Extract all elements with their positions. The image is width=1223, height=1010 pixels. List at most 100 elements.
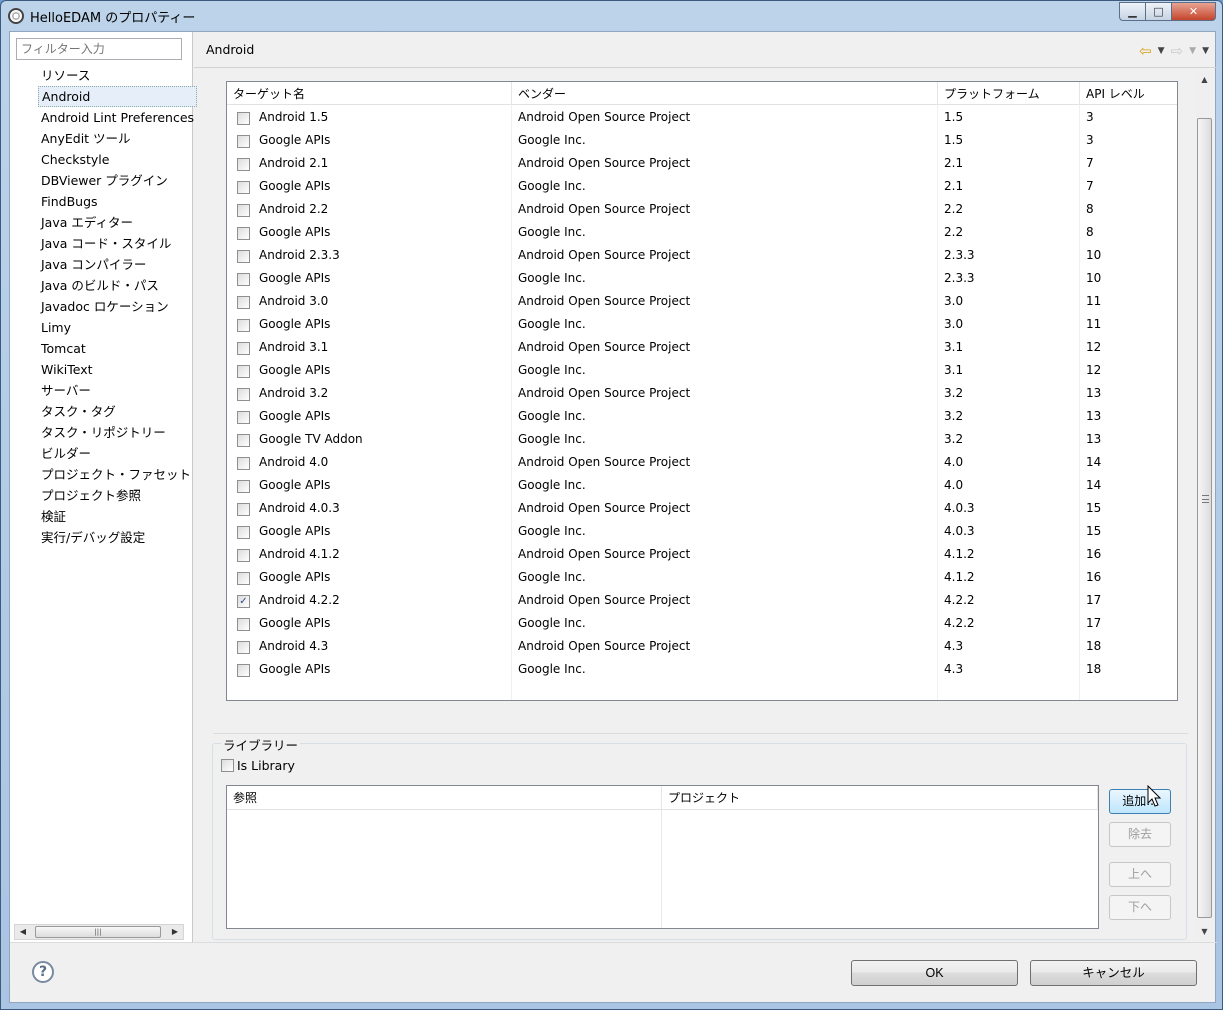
tree-item[interactable]: Java エディター (38, 212, 197, 233)
table-row[interactable]: Android 2.1 Android Open Source Project 2.… (227, 152, 1177, 175)
scroll-right-icon[interactable]: ▶ (167, 925, 183, 939)
table-row[interactable]: Android 1.5 Android Open Source Project 1.… (227, 106, 1177, 129)
tree-item[interactable]: Javadoc ロケーション (38, 296, 197, 317)
table-row[interactable]: Google APIs Google Inc. 2.1 7 (227, 175, 1177, 198)
tree-item[interactable]: 実行/デバッグ設定 (38, 527, 197, 548)
checkbox-icon[interactable] (221, 759, 234, 772)
table-row[interactable]: Android 3.1 Android Open Source Project 3.… (227, 336, 1177, 359)
tree-horizontal-scrollbar[interactable]: ◀ ||| ▶ (14, 924, 184, 940)
checkbox-icon[interactable] (237, 135, 250, 148)
table-row[interactable]: Android 4.0 Android Open Source Project 4.… (227, 451, 1177, 474)
table-row[interactable]: Google APIs Google Inc. 3.0 11 (227, 313, 1177, 336)
tree-item[interactable]: サーバー (38, 380, 197, 401)
table-row[interactable]: Google APIs Google Inc. 3.1 12 (227, 359, 1177, 382)
checkbox-icon[interactable] (237, 411, 250, 424)
table-row[interactable]: Google APIs Google Inc. 2.3.3 10 (227, 267, 1177, 290)
tree-item[interactable]: Android Lint Preferences (38, 107, 197, 128)
forward-arrow-icon[interactable]: ⇨ (1171, 42, 1184, 60)
table-row[interactable]: Android 3.0 Android Open Source Project 3.… (227, 290, 1177, 313)
table-row[interactable]: Android 4.1.2 Android Open Source Project… (227, 543, 1177, 566)
checkbox-icon[interactable] (237, 664, 250, 677)
tree-item[interactable]: FindBugs (38, 191, 197, 212)
tree-item[interactable]: Checkstyle (38, 149, 197, 170)
table-row[interactable]: Google APIs Google Inc. 1.5 3 (227, 129, 1177, 152)
checkbox-icon[interactable] (237, 158, 250, 171)
header-api-level[interactable]: API レベル (1080, 82, 1177, 105)
tree-item[interactable]: プロジェクト参照 (38, 485, 197, 506)
tree-item[interactable]: プロジェクト・ファセット (38, 464, 197, 485)
help-icon[interactable]: ? (32, 961, 54, 983)
table-row[interactable]: ✓ Android 4.2.2 Android Open Source Projec… (227, 589, 1177, 612)
table-row[interactable]: Google APIs Google Inc. 4.1.2 16 (227, 566, 1177, 589)
checkbox-icon[interactable] (237, 112, 250, 125)
tree-item[interactable]: WikiText (38, 359, 197, 380)
tree-item[interactable]: ビルダー (38, 443, 197, 464)
cancel-button[interactable]: キャンセル (1030, 960, 1197, 986)
table-row[interactable]: Android 2.3.3 Android Open Source Project… (227, 244, 1177, 267)
minimize-button[interactable]: ▁ (1119, 2, 1146, 21)
tree-item[interactable]: タスク・タグ (38, 401, 197, 422)
checkbox-icon[interactable] (237, 480, 250, 493)
filter-input[interactable] (16, 38, 182, 60)
tree-item[interactable]: AnyEdit ツール (38, 128, 197, 149)
header-vendor[interactable]: ベンダー (512, 82, 938, 105)
table-row[interactable]: Google APIs Google Inc. 4.3 18 (227, 658, 1177, 681)
move-down-button[interactable]: 下へ (1109, 895, 1171, 920)
is-library-checkbox[interactable]: Is Library (221, 758, 295, 773)
scroll-left-icon[interactable]: ◀ (15, 925, 31, 939)
table-row[interactable]: Android 4.0.3 Android Open Source Project… (227, 497, 1177, 520)
header-platform[interactable]: プラットフォーム (938, 82, 1080, 105)
tree-item[interactable]: Android (38, 86, 198, 107)
maximize-button[interactable]: □ (1146, 2, 1172, 21)
table-row[interactable]: Google APIs Google Inc. 4.0.3 15 (227, 520, 1177, 543)
page-vertical-scrollbar[interactable]: ▲ ▼ (1196, 72, 1213, 940)
tree-item[interactable]: DBViewer プラグイン (38, 170, 197, 191)
remove-button[interactable]: 除去 (1109, 822, 1171, 847)
checkbox-icon[interactable] (237, 641, 250, 654)
checkbox-checked-icon[interactable]: ✓ (237, 595, 250, 608)
tree-item[interactable]: Java のビルド・パス (38, 275, 197, 296)
checkbox-icon[interactable] (237, 365, 250, 378)
tree-item[interactable]: Limy (38, 317, 197, 338)
tree-item[interactable]: Tomcat (38, 338, 197, 359)
tree-item[interactable]: 検証 (38, 506, 197, 527)
scrollbar-thumb[interactable] (1197, 118, 1212, 918)
tree-item[interactable]: リソース (38, 65, 197, 86)
back-dropdown-icon[interactable]: ▼ (1158, 46, 1165, 56)
header-target-name[interactable]: ターゲット名 (227, 82, 512, 105)
checkbox-icon[interactable] (237, 319, 250, 332)
checkbox-icon[interactable] (237, 296, 250, 309)
header-project[interactable]: プロジェクト (662, 786, 1098, 810)
table-row[interactable]: Google APIs Google Inc. 4.2.2 17 (227, 612, 1177, 635)
scrollbar-thumb[interactable]: ||| (35, 926, 161, 938)
view-menu-icon[interactable]: ▼ (1202, 46, 1209, 56)
checkbox-icon[interactable] (237, 204, 250, 217)
checkbox-icon[interactable] (237, 342, 250, 355)
checkbox-icon[interactable] (237, 273, 250, 286)
close-button[interactable]: ✕ (1172, 2, 1216, 21)
table-row[interactable]: Android 2.2 Android Open Source Project 2.… (227, 198, 1177, 221)
tree-item[interactable]: Java コード・スタイル (38, 233, 197, 254)
checkbox-icon[interactable] (237, 434, 250, 447)
table-row[interactable]: Google APIs Google Inc. 4.0 14 (227, 474, 1177, 497)
table-row[interactable]: Google APIs Google Inc. 2.2 8 (227, 221, 1177, 244)
checkbox-icon[interactable] (237, 388, 250, 401)
forward-dropdown-icon[interactable]: ▼ (1189, 46, 1196, 56)
checkbox-icon[interactable] (237, 181, 250, 194)
move-up-button[interactable]: 上へ (1109, 862, 1171, 887)
checkbox-icon[interactable] (237, 618, 250, 631)
back-arrow-icon[interactable]: ⇦ (1139, 42, 1152, 60)
table-row[interactable]: Google APIs Google Inc. 3.2 13 (227, 405, 1177, 428)
checkbox-icon[interactable] (237, 227, 250, 240)
checkbox-icon[interactable] (237, 572, 250, 585)
checkbox-icon[interactable] (237, 526, 250, 539)
tree-item[interactable]: Java コンパイラー (38, 254, 197, 275)
table-row[interactable]: Google TV Addon Google Inc. 3.2 13 (227, 428, 1177, 451)
header-reference[interactable]: 参照 (227, 786, 662, 810)
checkbox-icon[interactable] (237, 503, 250, 516)
tree-item[interactable]: タスク・リポジトリー (38, 422, 197, 443)
checkbox-icon[interactable] (237, 250, 250, 263)
checkbox-icon[interactable] (237, 457, 250, 470)
scroll-up-icon[interactable]: ▲ (1196, 72, 1213, 88)
table-row[interactable]: Android 3.2 Android Open Source Project 3.… (227, 382, 1177, 405)
